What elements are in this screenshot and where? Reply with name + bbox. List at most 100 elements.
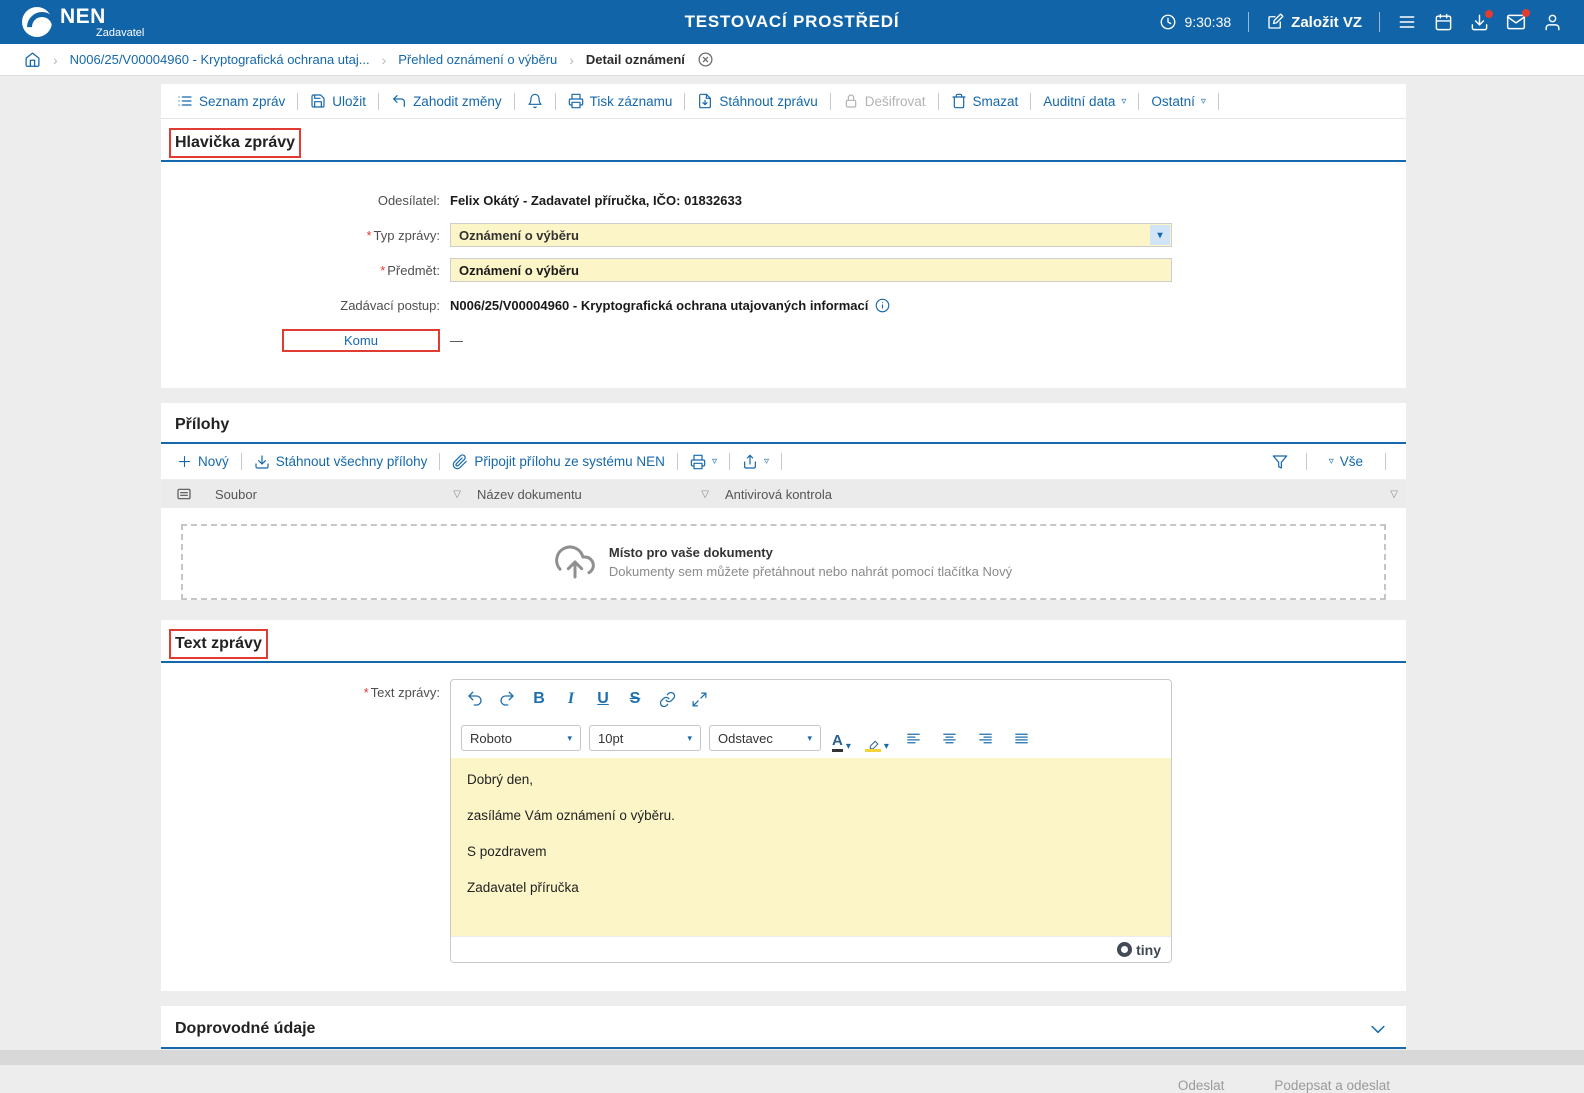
filter-triangle-icon[interactable]: ▽ xyxy=(1390,489,1398,500)
accompanying-data-card: Doprovodné údaje xyxy=(161,1006,1406,1049)
other-label: Ostatní xyxy=(1151,94,1195,109)
column-header-antivirus[interactable]: Antivirová kontrola ▽ xyxy=(717,480,1406,508)
brand-name: NEN xyxy=(60,5,106,28)
document-download-icon xyxy=(697,93,713,109)
discard-changes-button[interactable]: Zahodit změny xyxy=(387,93,506,109)
home-icon[interactable] xyxy=(24,51,41,68)
strikethrough-button[interactable]: S xyxy=(621,685,649,713)
fullscreen-icon[interactable] xyxy=(685,685,713,713)
record-toolbar: Seznam zpráv Uložit Zahodit změny xyxy=(161,84,1406,119)
dropzone-subtitle: Dokumenty sem můžete přetáhnout nebo nah… xyxy=(609,564,1012,579)
notification-button[interactable] xyxy=(523,93,547,109)
download-all-attachments-button[interactable]: Stáhnout všechny přílohy xyxy=(250,454,432,470)
print-attachments-button[interactable]: ▿ xyxy=(686,454,721,470)
message-text-label: *Text zprávy: xyxy=(161,679,450,700)
align-left-icon[interactable] xyxy=(900,724,928,752)
audit-data-button[interactable]: Auditní data ▿ xyxy=(1039,94,1130,109)
text-color-icon: A xyxy=(832,733,843,752)
brand-role: Zadavatel xyxy=(96,28,144,39)
message-type-select[interactable]: Oznámení o výběru ▾ xyxy=(450,223,1172,247)
sign-and-send-button[interactable]: Podepsat a odeslat xyxy=(1274,1078,1390,1093)
delete-button[interactable]: Smazat xyxy=(947,93,1023,109)
tiny-brand: tiny xyxy=(1136,942,1161,958)
recipient-label: Komu xyxy=(282,329,440,352)
align-justify-icon[interactable] xyxy=(1008,724,1036,752)
font-size-select[interactable]: 10pt ▾ xyxy=(589,725,701,751)
dropzone-title: Místo pro vaše dokumenty xyxy=(609,545,1012,560)
select-rows-header[interactable] xyxy=(161,480,207,508)
select-chevron-icon[interactable]: ▾ xyxy=(1150,225,1170,245)
text-color-button[interactable]: A ▾ xyxy=(829,724,854,752)
downloads-icon[interactable] xyxy=(1470,13,1489,32)
print-record-button[interactable]: Tisk záznamu xyxy=(564,93,677,109)
send-button[interactable]: Odeslat xyxy=(1178,1078,1225,1093)
save-label: Uložit xyxy=(332,94,366,109)
link-icon[interactable] xyxy=(653,685,681,713)
redo-icon[interactable] xyxy=(493,685,521,713)
column-header-file[interactable]: Soubor ▽ xyxy=(207,480,469,508)
chevron-down-icon: ▾ xyxy=(807,733,812,744)
list-icon xyxy=(177,93,193,109)
attachments-card: Přílohy Nový Stáhnout všechny přílohy xyxy=(161,403,1406,600)
subject-label: *Předmět: xyxy=(161,263,450,278)
bold-button[interactable]: B xyxy=(525,685,553,713)
save-button[interactable]: Uložit xyxy=(306,93,370,109)
breadcrumb-separator: › xyxy=(569,52,574,68)
calendar-icon[interactable] xyxy=(1434,13,1453,32)
editor-statusbar: tiny xyxy=(451,936,1171,962)
info-icon[interactable] xyxy=(875,298,890,313)
column-header-document-name[interactable]: Název dokumentu ▽ xyxy=(469,480,717,508)
subject-input[interactable] xyxy=(450,258,1172,282)
breadcrumb-separator: › xyxy=(382,52,387,68)
sender-row: Odesílatel: Felix Okátý - Zadavatel přír… xyxy=(161,187,1406,213)
filter-triangle-icon[interactable]: ▽ xyxy=(453,489,461,500)
breadcrumb-item-overview[interactable]: Přehled oznámení o výběru xyxy=(398,52,557,67)
user-icon[interactable] xyxy=(1543,13,1562,32)
tiny-logo-icon xyxy=(1117,942,1132,957)
editor-content[interactable]: Dobrý den, zasíláme Vám oznámení o výběr… xyxy=(451,758,1171,936)
funnel-icon[interactable] xyxy=(1272,454,1288,470)
expand-chevron-icon[interactable] xyxy=(1368,1019,1388,1039)
align-right-icon[interactable] xyxy=(972,724,1000,752)
decrypt-button[interactable]: Dešifrovat xyxy=(839,93,930,109)
paperclip-icon xyxy=(452,454,468,470)
create-vz-button[interactable]: Založit VZ xyxy=(1266,13,1362,31)
filter-all-button[interactable]: ▿ Vše xyxy=(1325,454,1367,469)
required-marker: * xyxy=(380,263,385,278)
clock-icon xyxy=(1159,13,1177,31)
breadcrumb: › N006/25/V00004960 - Kryptografická och… xyxy=(0,44,1584,76)
subject-row: *Předmět: xyxy=(161,257,1406,283)
underline-button[interactable]: U xyxy=(589,685,617,713)
filter-triangle-icon[interactable]: ▽ xyxy=(701,489,709,500)
attachments-dropzone[interactable]: Místo pro vaše dokumenty Dokumenty sem m… xyxy=(181,524,1386,600)
printer-icon xyxy=(690,454,706,470)
attach-from-nen-label: Připojit přílohu ze systému NEN xyxy=(474,454,665,469)
sender-label: Odesílatel: xyxy=(161,193,450,208)
server-time: 9:30:38 xyxy=(1159,13,1231,31)
close-tab-icon[interactable] xyxy=(697,51,714,68)
breadcrumb-item-current: Detail oznámení xyxy=(586,52,685,67)
procedure-row: Zadávací postup: N006/25/V00004960 - Kry… xyxy=(161,292,1406,318)
export-attachments-button[interactable]: ▿ xyxy=(738,454,773,470)
download-icon xyxy=(254,454,270,470)
new-attachment-button[interactable]: Nový xyxy=(173,454,233,469)
mail-icon[interactable] xyxy=(1506,12,1526,32)
header-separator xyxy=(1379,12,1380,32)
font-family-select[interactable]: Roboto ▾ xyxy=(461,725,581,751)
message-list-button[interactable]: Seznam zpráv xyxy=(173,93,289,109)
align-center-icon[interactable] xyxy=(936,724,964,752)
undo-icon[interactable] xyxy=(461,685,489,713)
message-type-value: Oznámení o výběru xyxy=(459,228,579,243)
breadcrumb-item-procedure[interactable]: N006/25/V00004960 - Kryptografická ochra… xyxy=(70,52,370,67)
highlighter-icon xyxy=(865,736,881,752)
highlight-color-button[interactable]: ▾ xyxy=(862,724,892,752)
italic-button[interactable]: I xyxy=(557,685,585,713)
dropdown-triangle-icon: ▿ xyxy=(1329,456,1334,467)
menu-icon[interactable] xyxy=(1397,12,1417,32)
paragraph-format-select[interactable]: Odstavec ▾ xyxy=(709,725,821,751)
attach-from-nen-button[interactable]: Připojit přílohu ze systému NEN xyxy=(448,454,669,470)
other-button[interactable]: Ostatní ▿ xyxy=(1147,94,1210,109)
download-message-button[interactable]: Stáhnout zprávu xyxy=(693,93,821,109)
dropdown-triangle-icon: ▿ xyxy=(1121,96,1126,107)
download-all-attachments-label: Stáhnout všechny přílohy xyxy=(276,454,428,469)
